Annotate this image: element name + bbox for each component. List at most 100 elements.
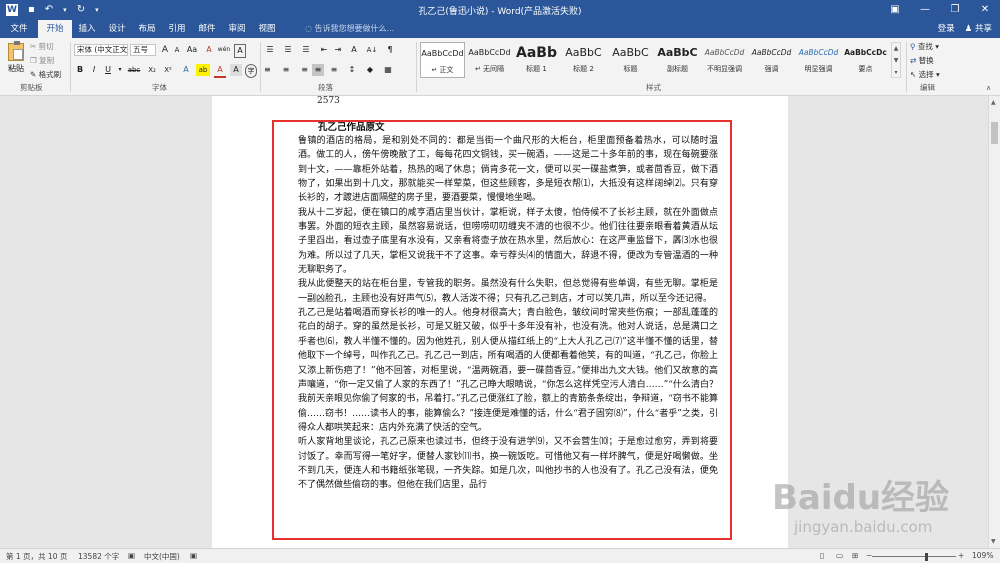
numbering-button[interactable]: ☰ xyxy=(282,44,294,56)
font-color-button[interactable]: A xyxy=(214,64,226,78)
align-right-button[interactable]: ≡ xyxy=(296,64,308,76)
group-divider xyxy=(70,42,71,92)
share-label: 共享 xyxy=(974,24,992,34)
sort-button[interactable]: A↓ xyxy=(364,44,380,56)
zoom-level[interactable]: 109% xyxy=(972,551,993,560)
style-heading-1[interactable]: AaBb 标题 1 xyxy=(514,42,559,78)
style-sample: AaBbC xyxy=(565,46,602,59)
group-divider xyxy=(906,42,907,92)
shrink-font-button[interactable]: A xyxy=(171,44,183,56)
font-size-select[interactable]: 五号 xyxy=(130,44,156,56)
tab-view[interactable]: 视图 xyxy=(252,20,282,38)
tab-design[interactable]: 设计 xyxy=(102,20,132,38)
replace-button[interactable]: ⇄ 替换 xyxy=(910,55,934,66)
tab-home[interactable]: 开始 xyxy=(38,20,72,38)
font-group-label: 字体 xyxy=(152,83,167,92)
enclose-char-button[interactable]: 字 xyxy=(245,64,257,78)
grow-font-button[interactable]: A xyxy=(159,44,171,56)
collapse-ribbon-icon[interactable]: ∧ xyxy=(986,84,991,92)
cut-button[interactable]: ✂ 剪切 xyxy=(30,41,54,52)
minimize-button[interactable]: — xyxy=(910,0,940,20)
styles-scroll[interactable]: ▲ ▼ ▾ xyxy=(891,42,901,78)
strikethrough-button[interactable]: abc xyxy=(126,64,142,76)
style-title[interactable]: AaBbC 标题 xyxy=(608,42,653,78)
restore-button[interactable]: ❐ xyxy=(940,0,970,20)
tab-review[interactable]: 审阅 xyxy=(222,20,252,38)
close-button[interactable]: ✕ xyxy=(970,0,1000,20)
subscript-button[interactable]: X₂ xyxy=(145,64,159,76)
page-count[interactable]: 第 1 页，共 10 页 xyxy=(6,551,67,562)
tab-references[interactable]: 引用 xyxy=(162,20,192,38)
line-spacing-button[interactable]: ↕ xyxy=(346,64,358,76)
decrease-indent-button[interactable]: ⇤ xyxy=(318,44,330,56)
proofing-icon[interactable]: ▣ xyxy=(128,551,135,560)
style-no-spacing[interactable]: AaBbCcDd ↵ 无间隔 xyxy=(467,42,512,78)
tab-mailings[interactable]: 邮件 xyxy=(192,20,222,38)
macro-icon[interactable]: ▣ xyxy=(190,551,197,560)
style-heading-2[interactable]: AaBbC 标题 2 xyxy=(561,42,606,78)
style-name: 不明显强调 xyxy=(707,65,742,73)
select-button[interactable]: ↖ 选择 ▾ xyxy=(910,69,940,80)
style-subtle-emphasis[interactable]: AaBbCcDd 不明显强调 xyxy=(702,42,747,78)
paragraph-shading-button[interactable]: ◆ xyxy=(364,64,376,76)
chinese-layout-button[interactable]: A xyxy=(348,44,360,56)
align-left-button[interactable]: ≡ xyxy=(264,64,276,76)
italic-button[interactable]: I xyxy=(88,64,100,76)
ribbon-options-button[interactable]: ▣ xyxy=(880,0,910,20)
scroll-up-icon[interactable]: ▲ xyxy=(991,99,996,106)
tab-layout[interactable]: 布局 xyxy=(132,20,162,38)
zoom-in-button[interactable]: + xyxy=(958,551,964,560)
multilevel-list-button[interactable]: ☰ xyxy=(300,44,312,56)
tab-insert[interactable]: 插入 xyxy=(72,20,102,38)
bullets-button[interactable]: ☰ xyxy=(264,44,276,56)
distribute-button[interactable]: ≡ xyxy=(328,64,340,76)
word-count[interactable]: 13582 个字 xyxy=(78,551,119,562)
justify-button[interactable]: ≡ xyxy=(312,64,324,76)
superscript-button[interactable]: X² xyxy=(161,64,175,76)
align-center-button[interactable]: ≡ xyxy=(280,64,292,76)
language[interactable]: 中文(中国) xyxy=(144,551,180,562)
text-effects-button[interactable]: A xyxy=(180,64,192,76)
zoom-slider-thumb[interactable] xyxy=(925,553,928,561)
tell-me-box[interactable]: ◌ 告诉我您想要做什么... xyxy=(305,22,394,36)
increase-indent-button[interactable]: ⇥ xyxy=(332,44,344,56)
style-subtitle[interactable]: AaBbC 副标题 xyxy=(655,42,700,78)
read-mode-icon[interactable]: ▯ xyxy=(820,551,824,560)
chevron-down-icon[interactable]: ▾ xyxy=(116,64,124,76)
clear-format-button[interactable]: A xyxy=(203,44,215,56)
underline-button[interactable]: U xyxy=(102,64,114,76)
phonetic-guide-button[interactable]: wén xyxy=(216,44,232,56)
char-shading-button[interactable]: A xyxy=(230,64,242,76)
format-painter-button[interactable]: ✎ 格式刷 xyxy=(30,69,61,80)
copy-button[interactable]: ❐ 复制 xyxy=(30,55,54,66)
highlight-frame xyxy=(272,120,732,540)
style-name: 明显强调 xyxy=(804,65,833,73)
style-emphasis[interactable]: AaBbCcDd 强调 xyxy=(749,42,794,78)
highlight-button[interactable]: ab xyxy=(196,64,210,76)
copy-icon: ❐ xyxy=(30,56,40,65)
scroll-thumb[interactable] xyxy=(991,122,998,144)
style-normal[interactable]: AaBbCcDd ↵ 正文 xyxy=(420,42,465,78)
font-name-select[interactable]: 宋体 (中文正文) xyxy=(74,44,128,56)
scroll-down-icon[interactable]: ▼ xyxy=(991,538,996,545)
style-strong[interactable]: AaBbCcDc 要点 xyxy=(843,42,888,78)
style-intense-emphasis[interactable]: AaBbCcDd 明显强调 xyxy=(796,42,841,78)
find-button[interactable]: ⚲ 查找 ▾ xyxy=(910,41,939,52)
change-case-button[interactable]: Aa xyxy=(184,44,200,56)
signin-link[interactable]: 登录 xyxy=(938,20,955,38)
group-divider xyxy=(416,42,417,92)
borders-button[interactable]: ▦ xyxy=(382,64,394,76)
status-bar: 第 1 页，共 10 页 13582 个字 ▣ 中文(中国) ▣ ▯ ▭ ⊞ −… xyxy=(0,548,1000,563)
share-button[interactable]: ♟ 共享 xyxy=(965,20,992,38)
zoom-slider[interactable] xyxy=(872,556,956,557)
web-layout-icon[interactable]: ⊞ xyxy=(852,551,858,560)
window-controls: ▣ — ❐ ✕ xyxy=(880,0,1000,20)
show-marks-button[interactable]: ¶ xyxy=(384,44,396,56)
bold-button[interactable]: B xyxy=(74,64,86,76)
paste-button[interactable]: 粘贴 xyxy=(4,41,28,79)
vertical-scrollbar[interactable]: ▲ ▼ xyxy=(988,96,1000,548)
tab-file[interactable]: 文件 xyxy=(0,20,38,38)
char-border-button[interactable]: A xyxy=(234,44,246,58)
print-layout-icon[interactable]: ▭ xyxy=(836,551,843,560)
group-divider xyxy=(260,42,261,92)
